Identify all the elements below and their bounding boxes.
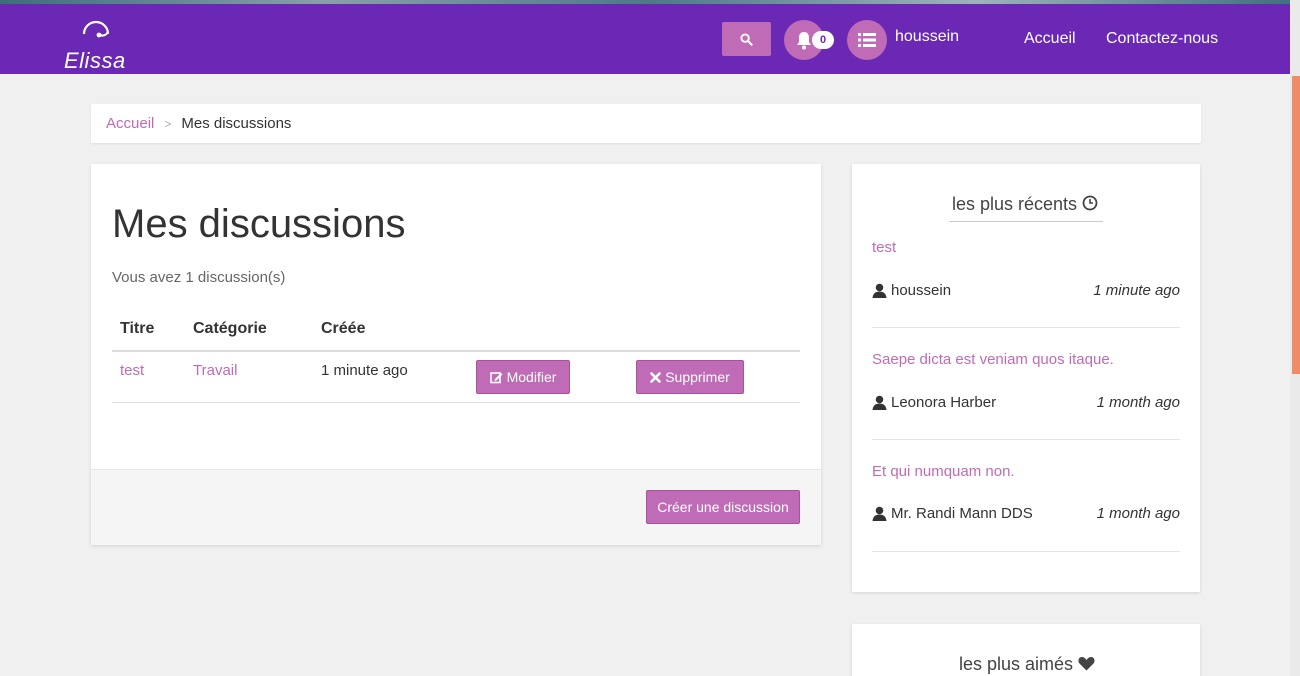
discussion-count: Vous avez 1 discussion(s) bbox=[112, 269, 286, 286]
user-icon bbox=[872, 283, 887, 298]
page-title: Mes discussions bbox=[112, 202, 406, 246]
recent-item-author-name: Leonora Harber bbox=[891, 394, 997, 411]
heart-icon bbox=[1078, 657, 1095, 671]
scrollbar-thumb[interactable] bbox=[1292, 76, 1300, 374]
recent-panel-title: les plus récents bbox=[952, 194, 1078, 214]
headset-logo-icon bbox=[82, 20, 110, 38]
column-header-creee: Créée bbox=[321, 320, 366, 337]
breadcrumb-separator: > bbox=[164, 117, 172, 131]
liked-panel-title: les plus aimés bbox=[959, 654, 1074, 674]
recent-item-author: Mr. Randi Mann DDS bbox=[872, 505, 1033, 522]
recent-item-divider bbox=[872, 439, 1180, 440]
recent-item-author-name: houssein bbox=[891, 282, 952, 299]
recent-item-title[interactable]: Et qui numquam non. bbox=[872, 463, 1015, 480]
create-discussion-label: Créer une discussion bbox=[657, 499, 789, 515]
nav-link-accueil[interactable]: Accueil bbox=[1024, 30, 1076, 48]
breadcrumb-home-link[interactable]: Accueil bbox=[106, 115, 154, 132]
user-menu-button[interactable] bbox=[847, 20, 887, 60]
delete-button-label: Supprimer bbox=[665, 369, 730, 385]
recent-item-time: 1 month ago bbox=[1096, 394, 1180, 411]
breadcrumb-current: Mes discussions bbox=[181, 115, 292, 132]
discussion-category-link[interactable]: Travail bbox=[193, 362, 237, 379]
recent-item-title[interactable]: test bbox=[872, 239, 896, 256]
panel-footer: Créer une discussion bbox=[91, 469, 821, 545]
recent-item-time: 1 minute ago bbox=[1093, 282, 1180, 299]
user-icon bbox=[872, 395, 887, 410]
breadcrumb: Accueil > Mes discussions bbox=[91, 104, 1201, 143]
discussion-created-time: 1 minute ago bbox=[321, 362, 408, 379]
clock-icon bbox=[1082, 195, 1098, 211]
delete-button[interactable]: Supprimer bbox=[636, 360, 744, 394]
column-header-titre: Titre bbox=[120, 320, 155, 337]
search-button[interactable] bbox=[722, 22, 771, 56]
liked-panel-header: les plus aimés bbox=[959, 654, 1095, 675]
notification-count-badge: 0 bbox=[812, 31, 834, 49]
bell-icon bbox=[797, 31, 811, 49]
brand-name: Elissa bbox=[64, 48, 126, 73]
nav-link-contact[interactable]: Contactez-nous bbox=[1106, 30, 1218, 48]
column-header-categorie: Catégorie bbox=[193, 320, 267, 337]
brand-logo[interactable]: Elissa bbox=[62, 10, 132, 73]
recent-item-time: 1 month ago bbox=[1096, 505, 1180, 522]
list-icon bbox=[858, 33, 876, 47]
navbar: Elissa 0 houssein Accueil Contactez-nous bbox=[0, 4, 1290, 74]
close-icon bbox=[650, 371, 662, 383]
table-header-divider bbox=[112, 350, 800, 352]
recent-item-divider bbox=[872, 327, 1180, 328]
recent-item-author: Leonora Harber bbox=[872, 394, 996, 411]
recent-item-divider bbox=[872, 551, 1180, 552]
recent-item-author: houssein bbox=[872, 282, 951, 299]
edit-button-label: Modifier bbox=[506, 369, 557, 385]
liked-discussions-panel: les plus aimés bbox=[852, 624, 1200, 676]
recent-discussions-panel: les plus récents test houssein 1 minute … bbox=[852, 164, 1200, 592]
edit-icon bbox=[489, 371, 503, 383]
recent-panel-header: les plus récents bbox=[952, 194, 1098, 215]
create-discussion-button[interactable]: Créer une discussion bbox=[646, 490, 800, 524]
username-label[interactable]: houssein bbox=[895, 28, 959, 46]
table-row-divider bbox=[112, 402, 800, 403]
discussion-title-link[interactable]: test bbox=[120, 362, 144, 379]
edit-button[interactable]: Modifier bbox=[476, 360, 570, 394]
user-icon bbox=[872, 506, 887, 521]
recent-item-author-name: Mr. Randi Mann DDS bbox=[891, 505, 1033, 522]
search-icon bbox=[740, 32, 753, 46]
recent-title-underline bbox=[949, 221, 1103, 222]
recent-item-title[interactable]: Saepe dicta est veniam quos itaque. bbox=[872, 351, 1114, 368]
discussions-panel: Mes discussions Vous avez 1 discussion(s… bbox=[91, 164, 821, 545]
